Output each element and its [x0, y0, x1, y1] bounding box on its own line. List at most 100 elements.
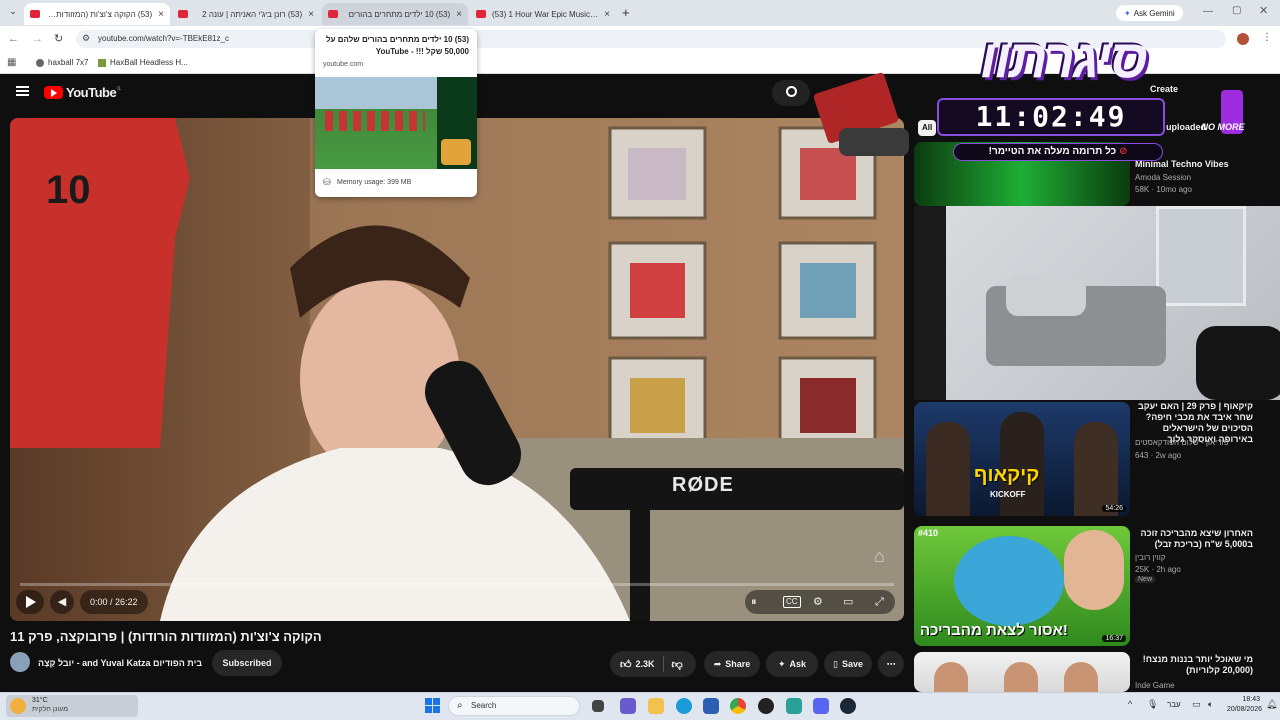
sidebar-channel-2[interactable]: פודיאון - שלום הפודקאסטים [1135, 437, 1229, 448]
sidebar-meta-1: 58K · 10mo ago [1135, 185, 1192, 194]
edge-icon[interactable] [676, 698, 692, 714]
share-icon: ➦ [713, 658, 722, 669]
forward-icon[interactable]: → [32, 33, 43, 45]
captions-icon[interactable]: CC [783, 596, 801, 608]
store-icon[interactable] [703, 698, 719, 714]
autoplay-toggle-icon[interactable]: ⏸ [751, 590, 757, 614]
save-button[interactable]: ▯ Save [824, 651, 872, 677]
sidebar-channel-3[interactable]: קווין רובין [1135, 552, 1166, 563]
volume-button[interactable]: ◀ [50, 590, 74, 614]
tab-label: (53) הקוקה צ'וצ'ות (המזוודות הורודות [46, 9, 153, 19]
fullscreen-icon[interactable]: ⤢ [875, 590, 884, 614]
video-title: הקוקה צ'וצ'ות (המזוודות הורודות) | פרובו… [10, 629, 322, 644]
youtube-logo[interactable]: YouTube IL [44, 85, 121, 100]
maximize-window-button[interactable]: ▢ [1232, 5, 1241, 16]
tab-3[interactable]: (53) 10 ילדים מתחרים בהורים × [322, 3, 468, 25]
sidebar-channel-1[interactable]: Amoda Session [1135, 172, 1191, 183]
share-label: Share [725, 659, 751, 669]
overlay-logo-text: סיגרתוו [980, 29, 1148, 89]
task-view-icon[interactable] [592, 700, 604, 712]
tab-2[interactable]: (53) רונן ביג'י האניתה | עונה 2 × [172, 3, 320, 25]
windows-taskbar [0, 692, 1280, 720]
taskbar-search[interactable]: ⌕ Search [448, 696, 580, 716]
like-icon[interactable]: 👍︎ [620, 658, 632, 671]
bookmark-haxball[interactable]: haxball 7x7 [36, 58, 88, 67]
dislike-icon[interactable]: 👎︎ [672, 658, 683, 671]
save-label: Save [841, 659, 863, 669]
bookmark-haxball-headless[interactable]: HaxBall Headless H... [98, 58, 188, 67]
tab-4[interactable]: (53) 1 Hour War Epic Music "Co × [470, 3, 616, 25]
start-button[interactable] [425, 698, 440, 713]
duration-badge: 54:26 [1102, 505, 1126, 512]
share-button[interactable]: ➦ Share [704, 651, 760, 677]
hamburger-menu-icon[interactable] [16, 86, 29, 96]
sidebar-title-4[interactable]: מי שאוכל יותר בננות מנצח! (20,000 קלוריו… [1135, 654, 1253, 676]
language-indicator[interactable]: עבר [1167, 700, 1181, 709]
close-tab-icon[interactable]: × [604, 9, 610, 20]
ask-button[interactable]: ✦ Ask [766, 651, 818, 677]
close-tab-icon[interactable]: × [158, 9, 164, 20]
reload-icon[interactable]: ↻ [54, 32, 63, 45]
globe-icon [36, 58, 44, 67]
sidebar-meta-3: 25K · 2h ago [1135, 565, 1181, 574]
miniplayer-icon[interactable]: ▭ [843, 590, 853, 614]
settings-gear-icon[interactable]: ⚙ [813, 590, 823, 614]
file-explorer-icon[interactable] [648, 698, 664, 714]
steam-icon[interactable] [840, 698, 856, 714]
progress-bar[interactable] [20, 583, 894, 586]
notification-icon[interactable]: 🔔︎ [1266, 699, 1277, 710]
clock-time[interactable]: 18:43 [1224, 696, 1260, 703]
chrome-icon[interactable] [730, 698, 746, 714]
sidebar-thumbnail-3[interactable]: #410 אסור לצאת מהבריכה! 16:37 [914, 526, 1130, 646]
mic-tray-icon[interactable]: 🎙︎ [1147, 699, 1158, 710]
app-icon-dark[interactable] [758, 698, 774, 714]
volume-tray-icon[interactable]: 🔈︎ [1208, 699, 1213, 710]
menu-dots-icon[interactable]: ⋮ [1262, 32, 1272, 43]
close-window-button[interactable]: ✕ [1259, 4, 1268, 17]
timer-value: 11:02:49 [975, 100, 1127, 133]
sidebar-channel-4[interactable]: Inde Game [1135, 680, 1175, 691]
close-tab-icon[interactable]: × [308, 9, 314, 20]
subscribed-button[interactable]: Subscribed [212, 650, 282, 676]
play-button[interactable] [16, 590, 44, 614]
channel-avatar[interactable] [10, 652, 30, 672]
close-tab-icon[interactable]: × [456, 9, 462, 20]
thumbnail-subtext: KICKOFF [990, 490, 1026, 499]
ask-label: Ask [789, 659, 807, 669]
weather-widget[interactable]: 31°C מעונן חלקית [6, 695, 138, 717]
volume-icon: ◀ [57, 596, 67, 608]
channel-name[interactable]: בית הפודיום and Yuval Katza - יובל קַצָה [38, 658, 202, 668]
mic-brand-label: RØDE [672, 474, 734, 496]
sidebar-title-3[interactable]: האחרון שיצא מהבריכה זוכה ב5,000 ש"ח (ברי… [1135, 528, 1253, 550]
tab-1[interactable]: (53) הקוקה צ'וצ'ות (המזוודות הורודות × [24, 3, 170, 25]
app-icon-teal[interactable] [786, 698, 802, 714]
discord-icon[interactable] [813, 698, 829, 714]
youtube-favicon-icon [178, 10, 188, 18]
ask-gemini-button[interactable]: ✦ Ask Gemini [1116, 5, 1183, 21]
url-text: youtube.com/watch?v=-TBEkE81z_c [98, 34, 229, 43]
duration-badge: 16:37 [1102, 635, 1126, 642]
like-count[interactable]: 2.3K [636, 659, 655, 669]
clock-date[interactable]: 20/08/2026 [1218, 706, 1262, 713]
youtube-favicon-icon [328, 10, 338, 18]
sidebar-thumbnail-2[interactable]: קיקאוף KICKOFF 54:26 [914, 402, 1130, 516]
ask-gemini-label: Ask Gemini [1133, 8, 1175, 18]
back-icon[interactable]: ← [8, 33, 19, 45]
bookmark-icon: ▯ [833, 658, 838, 669]
search-button[interactable] [772, 80, 810, 106]
network-icon[interactable]: ▭ [1192, 699, 1201, 710]
apps-grid-icon[interactable]: ▦ [7, 57, 16, 68]
haxball-icon [98, 58, 106, 67]
play-icon [26, 596, 36, 608]
memory-icon: ⛁ [323, 177, 331, 187]
preview-title: (53) 10 ילדים מתחרים בהורים שלהם על 50,0… [325, 35, 469, 56]
stream-overlay: סיגרתוו 11:02:49 ⦸ כל תרומה מעלה את הטיי… [812, 28, 1255, 168]
sidebar-thumbnail-4[interactable] [914, 652, 1130, 692]
minimize-window-button[interactable]: — [1203, 6, 1213, 17]
tray-chevron-icon[interactable]: ^ [1128, 699, 1132, 709]
copilot-icon[interactable] [620, 698, 636, 714]
tab-search-icon[interactable]: ⌄ [6, 6, 20, 20]
new-tab-button[interactable]: + [622, 5, 630, 20]
site-info-icon[interactable]: ⚙ [82, 33, 90, 44]
more-actions-button[interactable]: ⋯ [878, 651, 904, 677]
